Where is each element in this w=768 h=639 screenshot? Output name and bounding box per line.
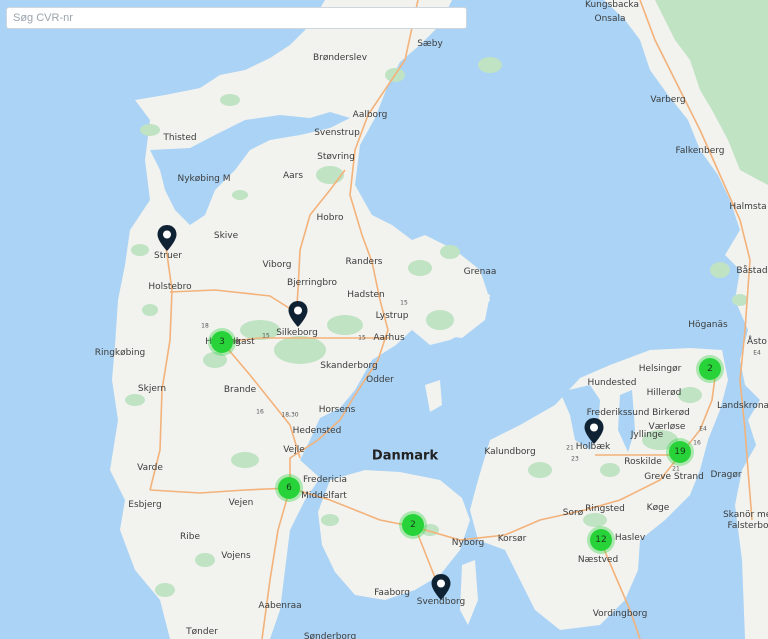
place-label: Skanör med <box>722 510 768 520</box>
place-label: Støvring <box>317 152 355 162</box>
road-number: 18,30 <box>281 411 299 419</box>
place-label: Lystrup <box>375 311 409 321</box>
place-label: Vejle <box>283 445 305 455</box>
place-label: Næstved <box>577 555 619 565</box>
pin-silkeborg-icon[interactable] <box>287 300 309 328</box>
cluster-marker[interactable]: 19 <box>669 441 691 463</box>
place-label: Holstebro <box>148 282 192 292</box>
place-label: Båstad <box>736 266 768 276</box>
place-label: Danmark <box>371 448 439 464</box>
place-label: Esbjerg <box>128 500 162 510</box>
place-label: Åsto <box>747 337 767 347</box>
road-number: 15 <box>358 334 366 342</box>
place-label: Brande <box>223 385 257 395</box>
place-label: Tønder <box>186 627 218 637</box>
place-label: Falsterbo <box>727 521 768 531</box>
place-label: Ringkøbing <box>94 348 146 358</box>
place-label: Hadsten <box>347 290 385 300</box>
place-label: Sønderborg <box>303 632 357 639</box>
cluster-marker[interactable]: 2 <box>402 514 424 536</box>
road-number: 21 <box>672 465 680 473</box>
place-label: Silkeborg <box>276 328 318 338</box>
place-label: Hedensted <box>292 426 342 436</box>
map-canvas[interactable]: Kungsbacka Onsala Brønderslev Sæby Varberg Aa… <box>0 0 768 639</box>
place-label: Landskrona <box>716 401 768 411</box>
place-label: Fredericia <box>303 475 347 485</box>
place-label: Nyborg <box>451 538 485 548</box>
place-label: Onsala <box>594 14 626 24</box>
place-label: Grenaa <box>463 267 497 277</box>
place-label: Middelfart <box>301 491 347 501</box>
place-label: Aarhus <box>373 333 405 343</box>
place-label: Falkenberg <box>675 146 725 156</box>
place-label: Birkerød <box>652 408 690 418</box>
place-label: Thisted <box>163 133 197 143</box>
road-number: E4 <box>753 349 761 357</box>
place-label: Køge <box>646 503 670 513</box>
pin-holbaek-icon[interactable] <box>583 417 605 445</box>
place-label: Sæby <box>417 39 443 49</box>
pin-struer-icon[interactable] <box>156 224 178 252</box>
place-label: Greve Strand <box>644 472 704 482</box>
place-label: Brønderslev <box>312 53 368 63</box>
place-label: Vejen <box>228 498 254 508</box>
place-label: Varberg <box>650 95 686 105</box>
place-label: Hobro <box>316 213 344 223</box>
place-label: Varde <box>137 463 163 473</box>
road-number: 15 <box>262 332 270 340</box>
place-label: Dragør <box>710 470 742 480</box>
place-label: Struer <box>154 251 182 261</box>
place-label: Hillerød <box>646 388 682 398</box>
place-label: Korsør <box>497 534 527 544</box>
place-label: Svenstrup <box>314 128 360 138</box>
place-label: Bjerringbro <box>286 278 338 288</box>
cluster-marker[interactable]: 6 <box>278 477 300 499</box>
place-label: Ribe <box>179 532 201 542</box>
place-label: Höganäs <box>688 320 728 330</box>
place-label: Aalborg <box>352 110 388 120</box>
place-label: Vordingborg <box>592 609 648 619</box>
place-label: Roskilde <box>624 457 662 467</box>
place-label: Viborg <box>262 260 292 270</box>
place-label: Odder <box>366 375 394 385</box>
place-label: Sorø <box>562 508 584 518</box>
place-label: Nykøbing M <box>177 174 231 184</box>
road-number: E4 <box>699 425 707 433</box>
place-label: Skanderborg <box>320 361 378 371</box>
place-label: Horsens <box>318 405 356 415</box>
place-label: Halmsta <box>729 202 767 212</box>
pin-svendborg-icon[interactable] <box>430 573 452 601</box>
place-label: Vojens <box>221 551 251 561</box>
place-label: Helsingør <box>638 364 682 374</box>
place-label: Aabenraa <box>258 601 302 611</box>
place-label: Faaborg <box>374 588 410 598</box>
road-number: 16 <box>693 439 701 447</box>
place-label: Aars <box>282 171 304 181</box>
place-label: Kungsbacka <box>584 0 640 10</box>
place-label: Jyllinge <box>630 430 664 440</box>
place-label: Randers <box>345 257 383 267</box>
cluster-marker[interactable]: 2 <box>699 358 721 380</box>
place-label: Kalundborg <box>484 447 536 457</box>
road-number: 15 <box>400 299 408 307</box>
cluster-marker[interactable]: 12 <box>590 529 612 551</box>
place-label: Ikast <box>233 337 255 347</box>
search-cvr-input[interactable] <box>6 7 467 29</box>
place-label: Skjern <box>137 384 167 394</box>
place-label: Hundested <box>587 378 637 388</box>
road-number: 23 <box>571 455 579 463</box>
place-label: Haslev <box>614 533 646 543</box>
road-number: 21 <box>566 444 574 452</box>
cluster-marker[interactable]: 3 <box>211 331 233 353</box>
place-label: Skive <box>213 231 239 241</box>
place-label: Ringsted <box>585 504 625 514</box>
road-number: 18 <box>201 322 209 330</box>
road-number: 16 <box>256 408 264 416</box>
